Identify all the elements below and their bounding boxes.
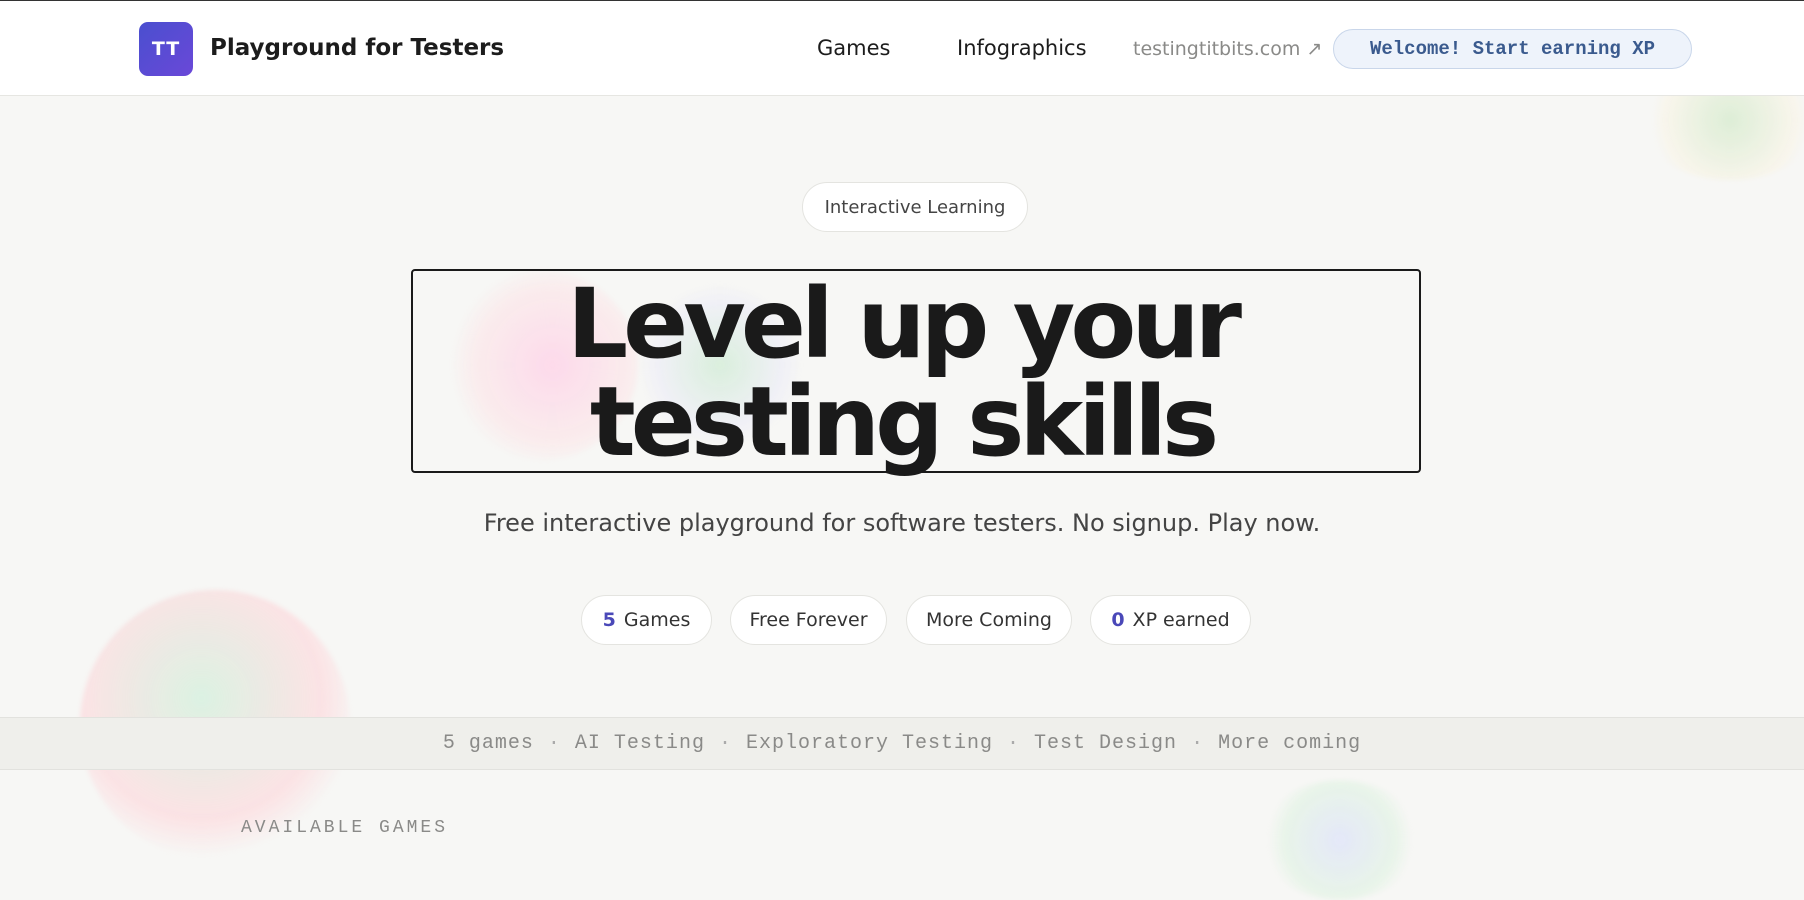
xp-welcome-badge: Welcome! Start earning XP xyxy=(1333,29,1692,69)
topic-item: More coming xyxy=(1218,732,1362,755)
stat-more-pill: More Coming xyxy=(906,595,1072,645)
xp-label: XP earned xyxy=(1132,609,1230,631)
more-coming-label: More Coming xyxy=(926,609,1052,631)
logo-badge[interactable]: TT xyxy=(139,22,193,76)
hero-subtitle: Free interactive playground for software… xyxy=(483,509,1321,537)
topics-ticker: 5 games · AI Testing · Exploratory Testi… xyxy=(0,717,1804,770)
separator-dot: · xyxy=(547,732,561,755)
games-count: 5 xyxy=(602,609,616,631)
free-forever-label: Free Forever xyxy=(749,609,868,631)
nav-link-external-site[interactable]: testingtitbits.com ↗ xyxy=(1133,38,1322,60)
hero-title-line-2: testing skills xyxy=(589,366,1219,478)
games-label: Games xyxy=(623,609,691,631)
topic-item: Test Design xyxy=(1034,732,1178,755)
stat-free-pill: Free Forever xyxy=(730,595,887,645)
topic-item: Exploratory Testing xyxy=(745,732,994,755)
interactive-learning-tag: Interactive Learning xyxy=(802,182,1028,232)
available-games-heading: AVAILABLE GAMES xyxy=(241,818,449,838)
brand-title[interactable]: Playground for Testers xyxy=(210,35,504,61)
background-bubble xyxy=(1260,780,1420,900)
separator-dot: · xyxy=(718,732,732,755)
top-nav-bar: TT Playground for Testers Games Infograp… xyxy=(0,0,1804,96)
nav-link-games[interactable]: Games xyxy=(817,36,890,60)
topic-item: AI Testing xyxy=(574,732,705,755)
hero-title-line-1: Level up your xyxy=(567,268,1242,380)
topic-item: 5 games xyxy=(442,732,534,755)
separator-dot: · xyxy=(1191,732,1205,755)
xp-count: 0 xyxy=(1111,609,1125,631)
nav-link-infographics[interactable]: Infographics xyxy=(957,36,1087,60)
stat-xp-pill: 0 XP earned xyxy=(1090,595,1251,645)
stat-games-pill: 5 Games xyxy=(581,595,712,645)
separator-dot: · xyxy=(1007,732,1021,755)
